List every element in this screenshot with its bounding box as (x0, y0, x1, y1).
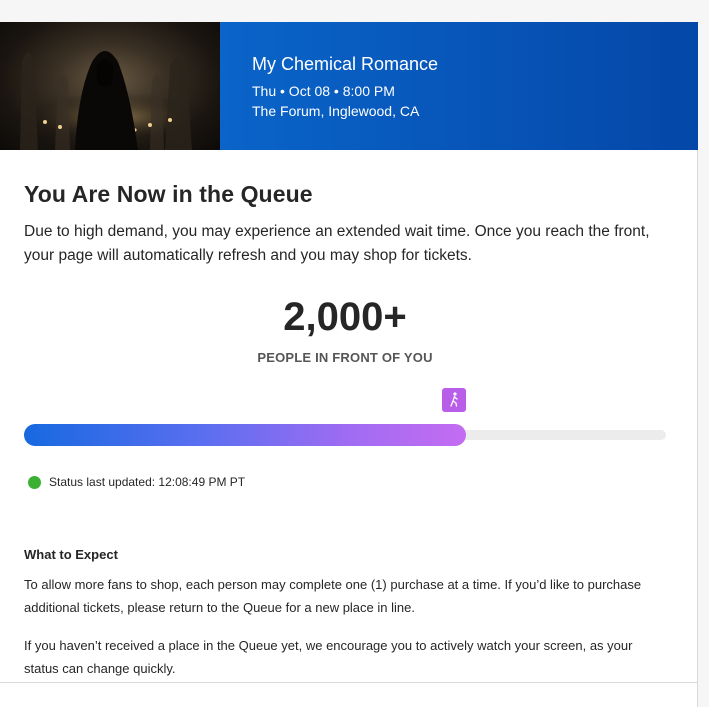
queue-count: 2,000+ (283, 295, 407, 339)
event-image (0, 22, 220, 150)
what-to-expect-paragraph-2: If you haven’t received a place in the Q… (24, 638, 633, 676)
queue-count-caption: PEOPLE IN FRONT OF YOU (257, 350, 433, 365)
progress-fill (24, 424, 466, 446)
event-header: My Chemical Romance Thu • Oct 08 • 8:00 … (0, 22, 698, 150)
what-to-expect-paragraph-1: To allow more fans to shop, each person … (24, 577, 642, 615)
status-row: Status last updated: 12:08:49 PM PT (28, 475, 245, 489)
what-to-expect-heading: What to Expect (24, 547, 118, 562)
hooded-figure-image (20, 51, 205, 150)
event-name: My Chemical Romance (252, 54, 439, 74)
status-text: Status last updated: 12:08:49 PM PT (49, 475, 246, 489)
divider (0, 682, 698, 683)
event-banner: My Chemical Romance Thu • Oct 08 • 8:00 … (220, 22, 698, 150)
page-title: You Are Now in the Queue (24, 181, 313, 207)
queue-card: My Chemical Romance Thu • Oct 08 • 8:00 … (0, 22, 698, 707)
queue-progress (24, 388, 666, 448)
event-date: Thu • Oct 08 • 8:00 PM (252, 83, 395, 99)
walking-person-icon (442, 388, 466, 412)
queue-page: My Chemical Romance Thu • Oct 08 • 8:00 … (0, 0, 709, 707)
queue-description: Due to high demand, you may experience a… (24, 223, 650, 264)
status-indicator-dot (28, 475, 41, 489)
event-venue: The Forum, Inglewood, CA (252, 103, 420, 119)
walking-person-glyph (450, 392, 458, 407)
